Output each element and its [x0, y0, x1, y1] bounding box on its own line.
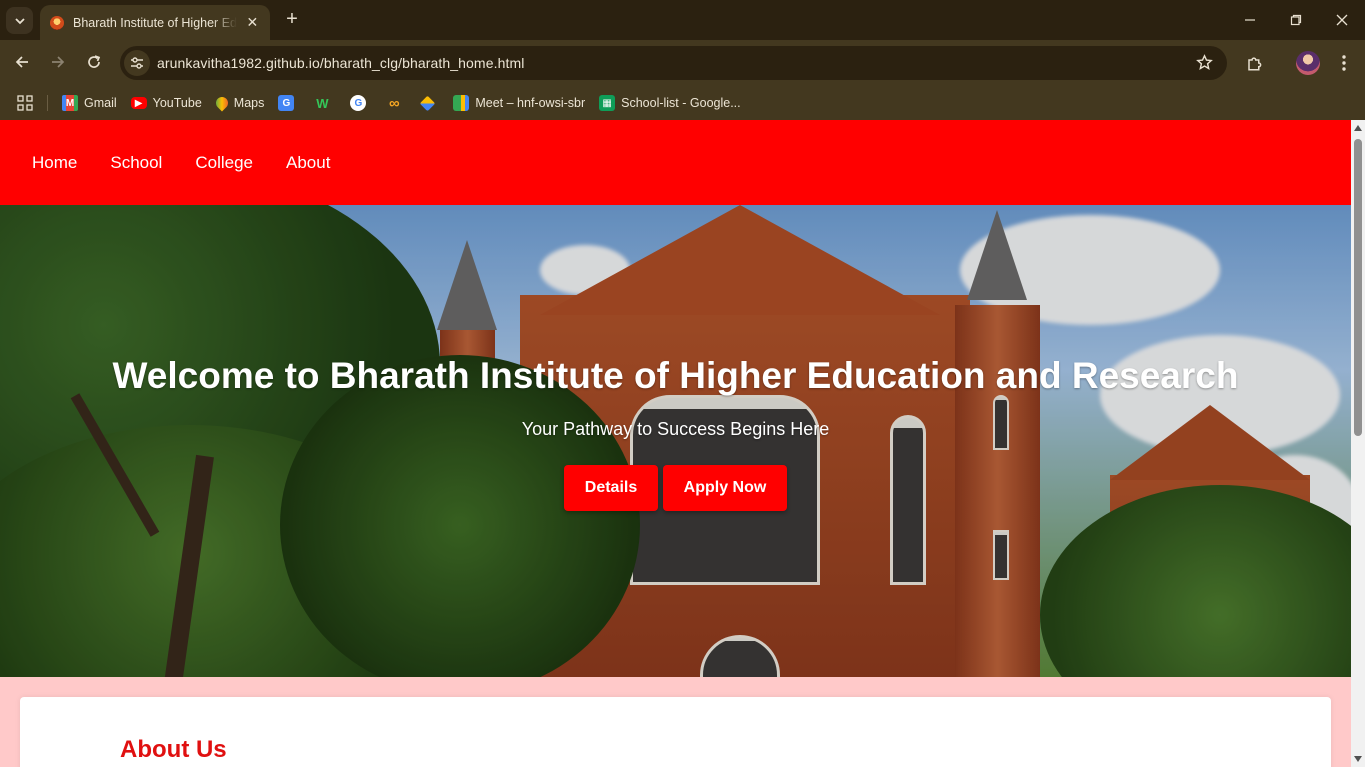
puzzle-icon [1248, 57, 1262, 71]
bookmark-google[interactable]: G [350, 95, 372, 111]
bookmarks-bar: M Gmail ▶ YouTube Maps G W G ∞ Meet – hn… [0, 86, 1365, 120]
tune-icon [131, 57, 143, 69]
close-icon [1336, 14, 1348, 26]
maps-icon [213, 94, 231, 112]
extensions-button[interactable] [1241, 49, 1269, 77]
forward-arrow-icon [52, 56, 65, 68]
bookmarks-divider [47, 95, 48, 111]
chevron-down-icon [14, 17, 25, 24]
details-button[interactable]: Details [564, 465, 658, 511]
active-tab[interactable]: Bharath Institute of Higher Education an… [40, 5, 270, 40]
bookmark-w[interactable]: W [314, 95, 336, 111]
tab-search-button[interactable] [6, 7, 33, 34]
bookmark-youtube[interactable]: ▶ YouTube [130, 96, 202, 110]
menu-button[interactable] [1330, 49, 1358, 77]
reload-icon [88, 55, 101, 68]
nav-home[interactable]: Home [32, 153, 77, 173]
hero-section: Welcome to Bharath Institute of Higher E… [0, 205, 1351, 677]
tab-close-icon[interactable]: ✕ [245, 14, 260, 31]
nav-school[interactable]: School [110, 153, 162, 173]
hero-title: Welcome to Bharath Institute of Higher E… [112, 355, 1239, 396]
minimize-icon [1245, 19, 1255, 21]
bookmark-label: School-list - Google... [621, 96, 741, 110]
about-section: About Us [20, 697, 1331, 767]
reload-button[interactable] [80, 48, 108, 76]
forward-button[interactable] [44, 48, 72, 76]
bookmark-infinity[interactable]: ∞ [386, 94, 408, 112]
nav-college[interactable]: College [195, 153, 253, 173]
apply-now-button[interactable]: Apply Now [663, 465, 787, 511]
site-info-button[interactable] [124, 50, 150, 76]
bookmark-drive[interactable] [420, 95, 439, 111]
page-scrollbar[interactable] [1351, 120, 1365, 767]
restore-icon [1290, 14, 1302, 26]
meet-icon [453, 95, 470, 111]
bookmark-school-list[interactable]: ▦ School-list - Google... [599, 95, 741, 111]
more-vertical-icon [1342, 55, 1346, 71]
scroll-down-arrow-icon[interactable] [1354, 756, 1362, 762]
about-heading: About Us [120, 736, 227, 763]
tab-title: Bharath Institute of Higher Education an… [73, 15, 237, 30]
drive-like-icon [420, 95, 436, 111]
back-arrow-icon [15, 56, 28, 68]
bookmark-translate[interactable]: G [278, 95, 300, 111]
bookmark-label: YouTube [152, 96, 202, 110]
site-navbar: Home School College About [0, 120, 1351, 205]
youtube-icon: ▶ [130, 97, 147, 109]
translate-icon: G [278, 95, 295, 111]
browser-toolbar: arunkavitha1982.github.io/bharath_clg/bh… [0, 40, 1365, 86]
bookmark-meet[interactable]: Meet – hnf-owsi-sbr [453, 95, 585, 111]
page-viewport: Home School College About Welcome to Bha… [0, 120, 1351, 767]
restore-button[interactable] [1274, 6, 1318, 34]
site-favicon-icon [50, 15, 64, 30]
profile-avatar[interactable] [1296, 51, 1320, 75]
gmail-icon: M [62, 95, 78, 111]
hero-subtitle: Your Pathway to Success Begins Here [521, 419, 830, 439]
bookmark-gmail[interactable]: M Gmail [62, 95, 117, 111]
url-text[interactable]: arunkavitha1982.github.io/bharath_clg/bh… [157, 55, 524, 71]
star-icon [1196, 54, 1213, 70]
scroll-up-arrow-icon[interactable] [1354, 125, 1362, 131]
scroll-thumb[interactable] [1354, 139, 1362, 436]
close-window-button[interactable] [1320, 6, 1364, 34]
back-button[interactable] [8, 48, 36, 76]
new-tab-button[interactable]: + [280, 8, 304, 32]
google-icon: G [350, 95, 367, 111]
apps-grid-icon [17, 95, 33, 111]
minimize-button[interactable] [1228, 6, 1272, 34]
bookmark-label: Maps [233, 96, 265, 110]
nav-about[interactable]: About [286, 153, 330, 173]
infinity-icon: ∞ [389, 94, 400, 112]
sheets-icon: ▦ [599, 95, 616, 111]
bookmark-star-button[interactable] [1196, 54, 1213, 76]
address-bar[interactable]: arunkavitha1982.github.io/bharath_clg/bh… [120, 46, 1227, 80]
bookmark-label: Gmail [84, 96, 117, 110]
apps-button[interactable] [17, 95, 33, 111]
hero-overlay [0, 205, 1351, 677]
bookmark-label: Meet – hnf-owsi-sbr [475, 96, 586, 110]
bookmark-maps[interactable]: Maps [213, 94, 265, 112]
w-icon: W [316, 95, 329, 111]
tab-strip: Bharath Institute of Higher Education an… [0, 0, 1365, 40]
